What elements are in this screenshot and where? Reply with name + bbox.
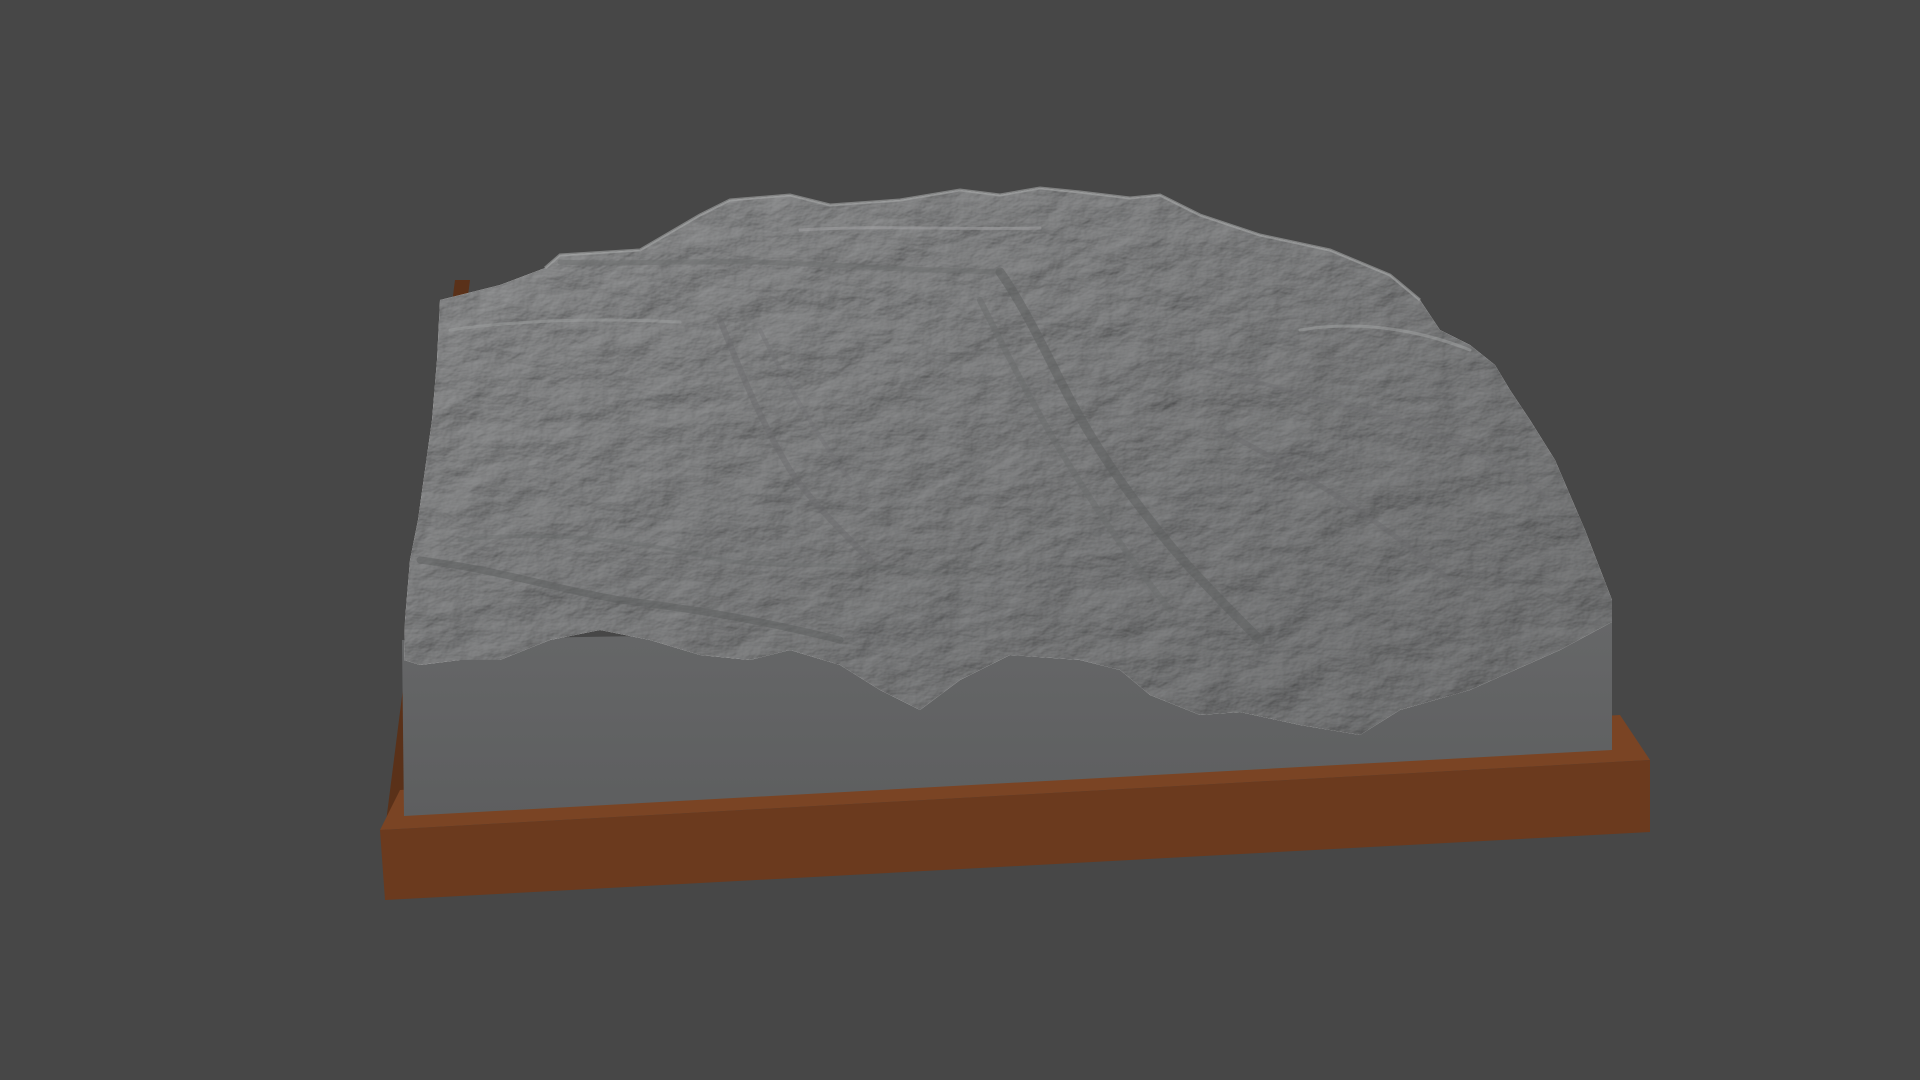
terrain-scene bbox=[380, 186, 1650, 900]
3d-viewport[interactable] bbox=[0, 0, 1920, 1080]
